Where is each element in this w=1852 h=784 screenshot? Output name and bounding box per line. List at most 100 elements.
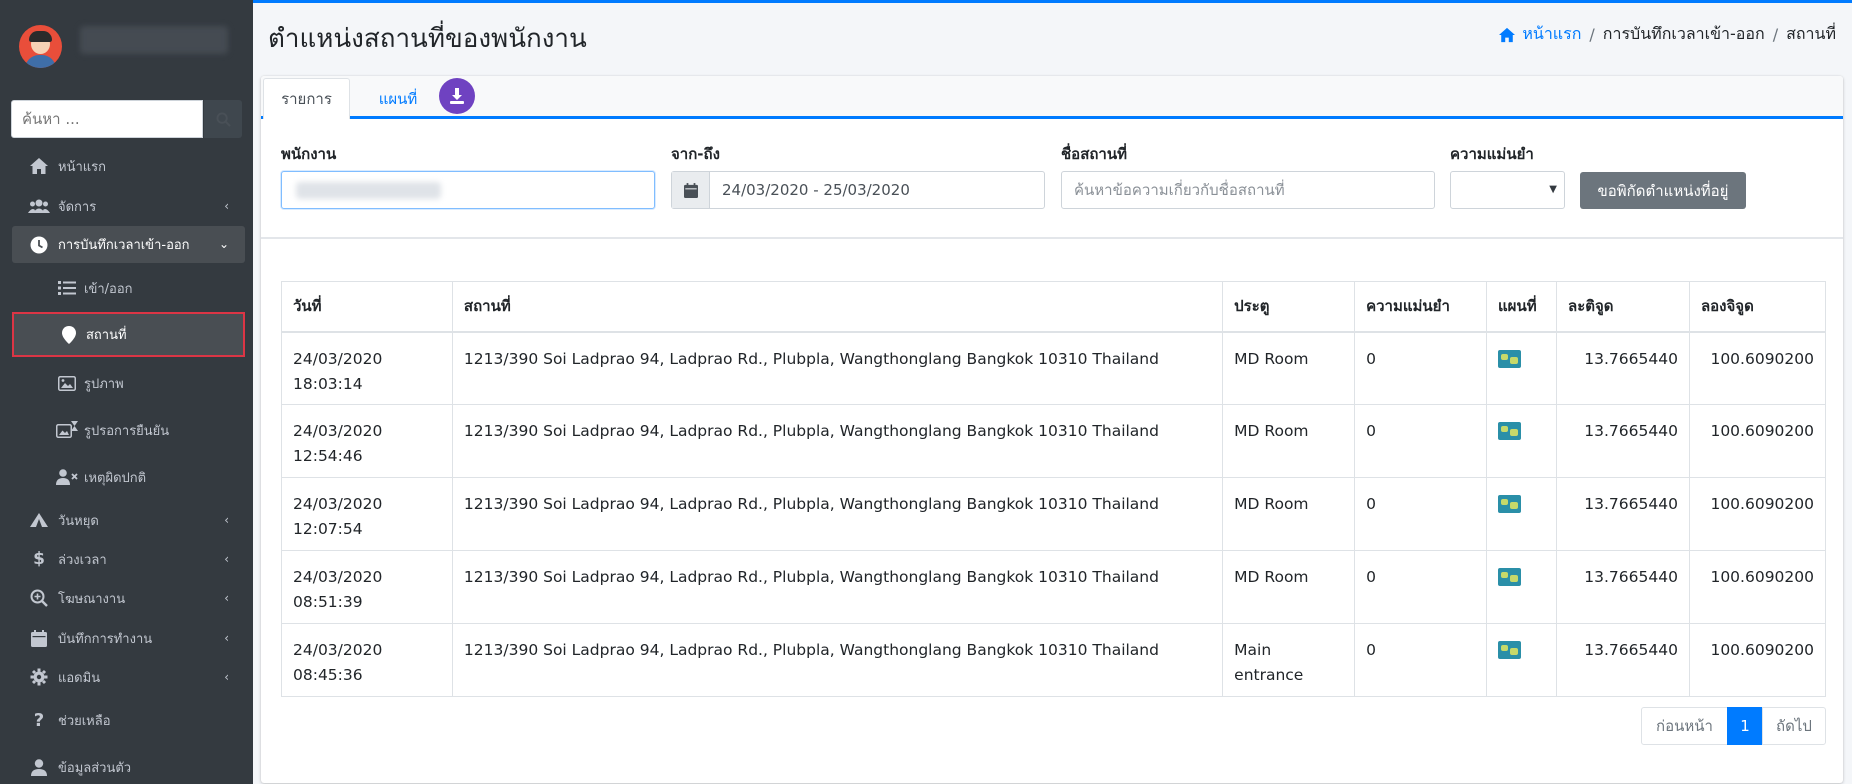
pagination-previous[interactable]: ก่อนหน้า (1641, 707, 1728, 745)
sidebar-item-holidays[interactable]: วันหยุด ‹ (12, 502, 245, 538)
employee-select[interactable] (281, 171, 655, 209)
cell-place: 1213/390 Soi Ladprao 94, Ladprao Rd., Pl… (451, 404, 1224, 478)
sidebar-item-label: บันทึกการทำงาน (58, 631, 153, 647)
sidebar-item-anomalies[interactable]: เหตุผิดปกติ (12, 458, 245, 496)
sidebar-search-button[interactable] (204, 100, 242, 138)
cell-longitude: 100.6090200 (1688, 550, 1827, 624)
search-plus-icon (28, 588, 50, 608)
download-icon (450, 88, 464, 104)
section-divider (261, 237, 1843, 239)
user-panel (0, 0, 253, 96)
column-header-gate[interactable]: ประตู (1222, 281, 1356, 333)
table-row: 24/03/2020 18:03:14 1213/390 Soi Ladprao … (281, 331, 1827, 405)
sidebar-item-checkin[interactable]: เข้า/ออก (12, 269, 245, 307)
avatar[interactable] (19, 25, 62, 68)
sidebar-item-profile[interactable]: ข้อมูลส่วนตัว (12, 749, 245, 784)
cell-datetime: 24/03/2020 12:07:54 (281, 477, 453, 551)
date-range-label: จาก-ถึง (671, 145, 720, 163)
column-header-date[interactable]: วันที่ (281, 281, 453, 333)
sidebar-item-pending-photos[interactable]: รูปรอการยืนยัน (12, 411, 245, 449)
sidebar-item-label: รูปภาพ (84, 376, 124, 392)
chevron-left-icon: ‹ (224, 631, 229, 645)
tab-map[interactable]: แผนที่ (363, 78, 433, 119)
world-map-icon[interactable] (1498, 641, 1522, 659)
home-icon (1499, 27, 1516, 42)
world-map-icon[interactable] (1498, 495, 1522, 513)
cell-datetime: 24/03/2020 18:03:14 (281, 331, 453, 405)
sidebar-item-label: สถานที่ (86, 328, 127, 343)
map-pin-icon (58, 325, 80, 345)
pagination-page-1[interactable]: 1 (1727, 707, 1763, 745)
request-location-button[interactable]: ขอพิกัดตำแหน่งที่อยู่ (1580, 172, 1746, 209)
column-header-longitude[interactable]: ลองจิจูด (1688, 281, 1827, 333)
accuracy-select[interactable]: ▼ (1450, 171, 1565, 209)
breadcrumb-item: การบันทึกเวลาเข้า-ออก (1602, 24, 1765, 43)
sidebar-item-admin[interactable]: แอดมิน ‹ (12, 659, 245, 695)
place-search-input[interactable] (1061, 171, 1435, 209)
sidebar-item-manage[interactable]: จัดการ ‹ (12, 188, 245, 224)
locations-table: วันที่ สถานที่ ประตู ความแม่นยำ แผนที่ ล… (281, 281, 1827, 697)
sidebar-item-locations[interactable]: สถานที่ (12, 312, 245, 357)
cell-map (1486, 550, 1557, 624)
top-accent-bar (253, 0, 1852, 3)
chevron-left-icon: ‹ (224, 199, 229, 213)
gear-icon (28, 667, 50, 687)
sidebar-item-label: หน้าแรก (58, 159, 106, 175)
column-header-accuracy[interactable]: ความแม่นยำ (1354, 281, 1488, 333)
sidebar-item-label: โฆษณางาน (58, 591, 126, 607)
table-row: 24/03/2020 12:07:54 1213/390 Soi Ladprao … (281, 477, 1827, 551)
sidebar-item-label: การบันทึกเวลาเข้า-ออก (58, 238, 190, 253)
cell-longitude: 100.6090200 (1688, 477, 1827, 551)
cell-place: 1213/390 Soi Ladprao 94, Ladprao Rd., Pl… (451, 331, 1224, 405)
sidebar-item-label: จัดการ (58, 199, 97, 215)
calendar-icon (672, 172, 710, 208)
world-map-icon[interactable] (1498, 568, 1522, 586)
cell-gate: Main entrance (1222, 623, 1356, 697)
column-header-latitude[interactable]: ละติจูด (1556, 281, 1690, 333)
sidebar-item-job-ads[interactable]: โฆษณางาน ‹ (12, 580, 245, 616)
sidebar-search-input[interactable] (11, 100, 203, 138)
cell-map (1486, 477, 1557, 551)
table-row: 24/03/2020 12:54:46 1213/390 Soi Ladprao … (281, 404, 1827, 478)
chevron-left-icon: ‹ (224, 591, 229, 605)
sidebar-item-home[interactable]: หน้าแรก (12, 148, 245, 184)
cell-accuracy: 0 (1354, 404, 1488, 478)
sidebar-item-work-log[interactable]: บันทึกการทำงาน ‹ (12, 620, 245, 656)
table-row: 24/03/2020 08:51:39 1213/390 Soi Ladprao … (281, 550, 1827, 624)
download-button[interactable] (439, 78, 475, 114)
breadcrumb-home-link[interactable]: หน้าแรก (1498, 22, 1581, 47)
column-header-map[interactable]: แผนที่ (1486, 281, 1557, 333)
date-range-value: 24/03/2020 - 25/03/2020 (722, 181, 910, 199)
cell-accuracy: 0 (1354, 550, 1488, 624)
image-icon (56, 373, 78, 393)
breadcrumb-current: สถานที่ (1786, 24, 1836, 43)
cell-latitude: 13.7665440 (1556, 331, 1690, 405)
tab-list[interactable]: รายการ (263, 78, 350, 119)
sidebar-item-time-attendance[interactable]: การบันทึกเวลาเข้า-ออก ⌄ (12, 226, 245, 263)
breadcrumb-separator: / (1589, 25, 1595, 44)
user-name-redacted (80, 26, 228, 54)
sidebar-item-photos[interactable]: รูปภาพ (12, 364, 245, 402)
sidebar-item-help[interactable]: ? ช่วยเหลือ (12, 702, 245, 738)
cell-place: 1213/390 Soi Ladprao 94, Ladprao Rd., Pl… (451, 477, 1224, 551)
dollar-icon: $ (33, 549, 45, 569)
column-header-place[interactable]: สถานที่ (451, 281, 1224, 333)
world-map-icon[interactable] (1498, 422, 1522, 440)
tent-icon (28, 510, 50, 530)
breadcrumb: หน้าแรก / การบันทึกเวลาเข้า-ออก / สถานที… (1498, 22, 1836, 47)
cell-map (1486, 623, 1557, 697)
sidebar-item-overtime[interactable]: $ ล่วงเวลา ‹ (12, 541, 245, 577)
sidebar-item-label: เหตุผิดปกติ (84, 470, 147, 486)
user-x-icon (56, 467, 78, 487)
pagination-next[interactable]: ถัดไป (1762, 707, 1826, 745)
sidebar-item-label: ล่วงเวลา (58, 552, 107, 568)
date-range-picker[interactable]: 24/03/2020 - 25/03/2020 (671, 171, 1045, 209)
cell-map (1486, 404, 1557, 478)
world-map-icon[interactable] (1498, 349, 1522, 368)
cell-gate: MD Room (1222, 331, 1356, 405)
cell-longitude: 100.6090200 (1688, 404, 1827, 478)
cell-accuracy: 0 (1354, 623, 1488, 697)
cell-gate: MD Room (1222, 477, 1356, 551)
employee-value-redacted (296, 182, 441, 199)
sidebar-item-label: รูปรอการยืนยัน (84, 423, 170, 439)
